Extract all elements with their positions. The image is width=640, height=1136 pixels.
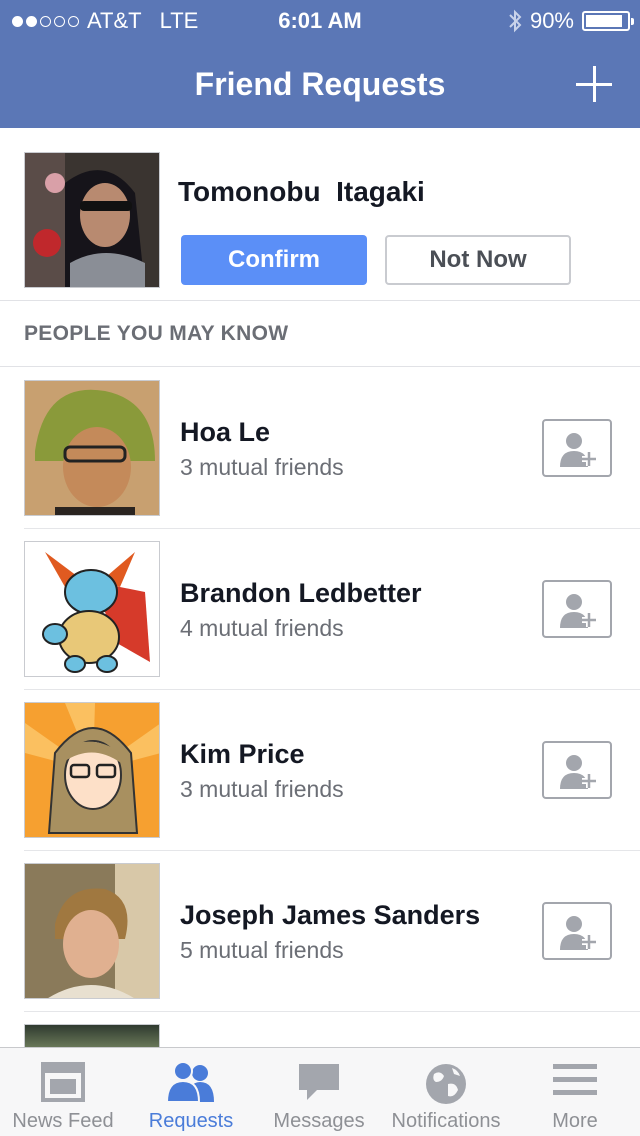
person-name[interactable]: Joseph James Sanders [180,900,480,931]
person-name[interactable]: Hoa Le [180,417,270,448]
add-friend-icon [560,433,596,467]
tab-messages[interactable]: Messages [256,1048,382,1136]
profile-photo[interactable] [24,380,160,516]
add-friend-button[interactable] [542,580,612,638]
section-header: PEOPLE YOU MAY KNOW [0,301,640,367]
tab-requests[interactable]: Requests [126,1048,256,1136]
add-friend-icon [560,594,596,628]
person-name[interactable]: Brandon Ledbetter [180,578,422,609]
news-feed-icon [41,1062,85,1102]
list-item[interactable]: Joseph James Sanders 5 mutual friends [0,851,640,1012]
messages-icon [299,1064,339,1100]
page-title: Friend Requests [194,66,446,102]
list-item[interactable]: Kim Price 3 mutual friends [0,690,640,851]
mutual-friends: 4 mutual friends [180,615,344,641]
profile-photo-partial[interactable] [24,1024,160,1048]
status-bar: AT&T LTE 6:01 AM 90% [0,0,640,40]
tab-label: More [552,1110,598,1132]
profile-photo[interactable] [24,702,160,838]
tab-notifications[interactable]: Notifications [382,1048,510,1136]
requester-photo[interactable] [24,152,160,288]
tab-label: Messages [273,1110,365,1132]
section-title: PEOPLE YOU MAY KNOW [24,322,289,345]
tab-more[interactable]: More [510,1048,640,1136]
list-item[interactable]: Hoa Le 3 mutual friends [0,368,640,529]
confirm-button[interactable]: Confirm [181,235,367,285]
add-friend-plus-icon[interactable] [576,66,612,102]
add-friend-button[interactable] [542,419,612,477]
friend-request-card: Tomonobu Itagaki Confirm Not Now [0,128,640,301]
mutual-friends: 5 mutual friends [180,937,344,963]
profile-photo[interactable] [24,863,160,999]
tab-bar: News Feed Requests Messages Notification… [0,1047,640,1136]
tab-label: News Feed [12,1110,114,1132]
mutual-friends: 3 mutual friends [180,776,344,802]
not-now-button[interactable]: Not Now [385,235,571,285]
list-item[interactable]: Brandon Ledbetter 4 mutual friends [0,529,640,690]
add-friend-button[interactable] [542,741,612,799]
tab-label: Notifications [391,1110,501,1132]
bluetooth-icon [509,9,522,33]
person-name[interactable]: Kim Price [180,739,305,770]
add-friend-icon [560,755,596,789]
requests-icon [166,1062,214,1102]
battery-icon [582,11,634,31]
requester-name[interactable]: Tomonobu Itagaki [178,176,425,208]
tab-news-feed[interactable]: News Feed [0,1048,126,1136]
add-friend-icon [560,916,596,950]
tab-label: Requests [148,1110,234,1132]
profile-photo[interactable] [24,541,160,677]
nav-header: AT&T LTE 6:01 AM 90% Friend Requests [0,0,640,128]
add-friend-button[interactable] [542,902,612,960]
mutual-friends: 3 mutual friends [180,454,344,480]
menu-icon [553,1064,597,1095]
battery-percent: 90% [529,8,574,33]
globe-icon [426,1064,466,1104]
